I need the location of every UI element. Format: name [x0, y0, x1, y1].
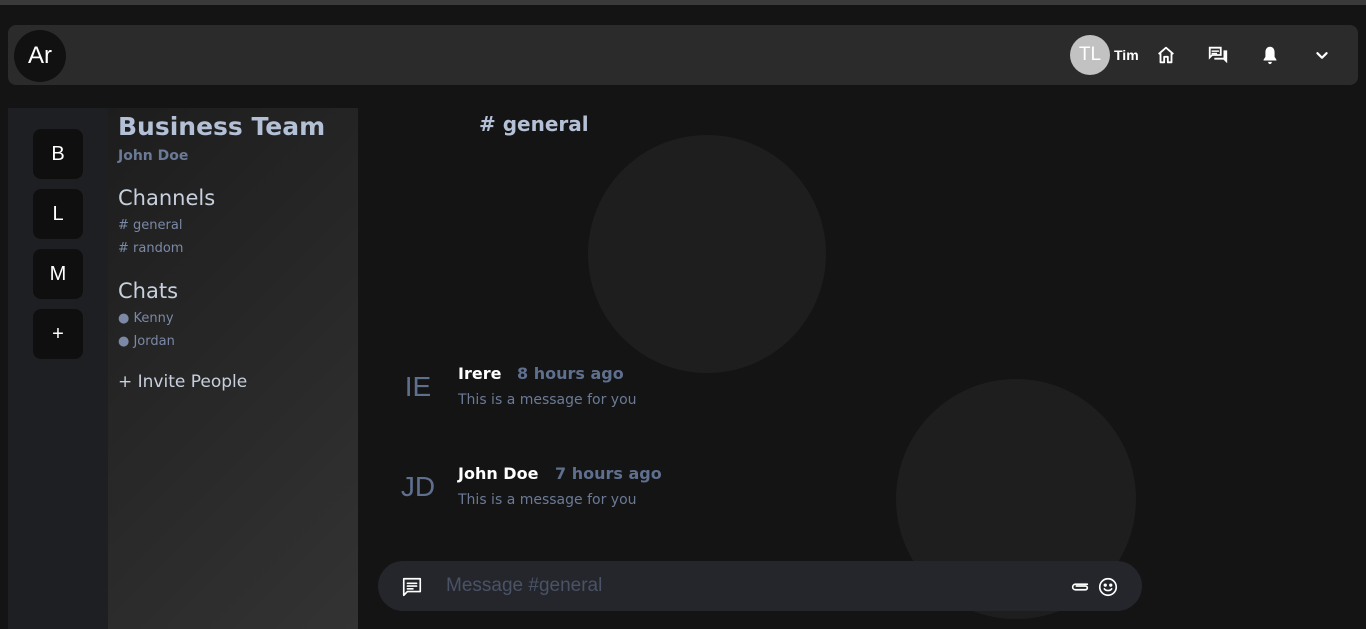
message-text: This is a message for you [458, 392, 637, 408]
chats-heading: Chats [118, 279, 179, 303]
attachment-icon[interactable] [1068, 576, 1092, 598]
message-author[interactable]: Irere [458, 364, 501, 383]
message-avatar[interactable]: IE [398, 371, 438, 403]
add-workspace-button[interactable]: + [33, 309, 83, 359]
workspace-rail: B L M + [8, 108, 108, 629]
app-logo[interactable]: Ar [14, 30, 66, 82]
chat-item-jordan[interactable]: ● Jordan [118, 334, 175, 349]
channels-heading: Channels [118, 186, 216, 210]
home-icon[interactable] [1154, 43, 1178, 67]
message-text: This is a message for you [458, 492, 637, 508]
message-input[interactable] [446, 571, 1046, 601]
bell-icon[interactable] [1258, 43, 1282, 67]
message-composer [378, 561, 1142, 611]
message-icon [400, 575, 424, 599]
message-area: # general IE Irere 8 hours ago This is a… [358, 108, 1366, 629]
user-avatar[interactable]: TL [1070, 35, 1110, 75]
channel-title: # general [479, 112, 589, 136]
workspace-l-button[interactable]: L [33, 189, 83, 239]
message-author[interactable]: John Doe [458, 464, 538, 483]
emoji-icon[interactable] [1096, 575, 1120, 599]
team-name: Business Team [118, 112, 326, 141]
team-user-name: John Doe [118, 148, 189, 164]
chat-bubbles-icon[interactable] [1206, 43, 1230, 67]
channel-sidebar: Business Team John Doe Channels # genera… [108, 108, 358, 629]
channel-item-general[interactable]: # general [118, 218, 182, 233]
workspace-m-button[interactable]: M [33, 249, 83, 299]
invite-people-button[interactable]: + Invite People [118, 372, 247, 392]
chevron-down-icon[interactable] [1310, 43, 1334, 67]
message-avatar[interactable]: JD [398, 471, 438, 503]
channel-item-random[interactable]: # random [118, 241, 183, 256]
user-name[interactable]: Tim [1114, 47, 1139, 63]
message-timestamp: 8 hours ago [517, 364, 624, 383]
message-timestamp: 7 hours ago [555, 464, 662, 483]
decorative-circle [588, 135, 826, 373]
top-header: Ar TL Tim [8, 25, 1358, 85]
chat-item-kenny[interactable]: ● Kenny [118, 311, 174, 326]
workspace-b-button[interactable]: B [33, 129, 83, 179]
window-top-strip [0, 0, 1366, 5]
